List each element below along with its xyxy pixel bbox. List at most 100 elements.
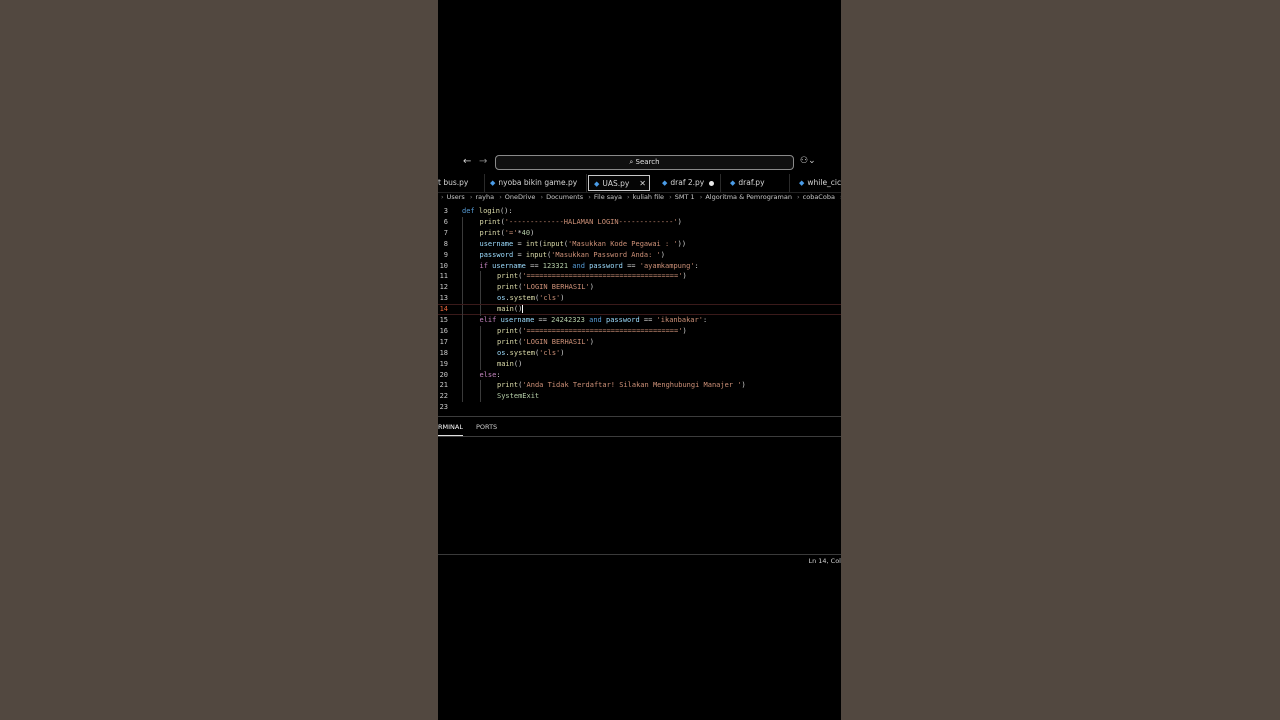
chevron-right-icon: › xyxy=(469,193,473,201)
line-number: 10 xyxy=(439,261,448,270)
indent-guide xyxy=(462,216,463,228)
indent-guide xyxy=(479,380,481,392)
code-line[interactable]: 3 def login(): xyxy=(438,206,841,217)
tab-label: UAS.py xyxy=(602,179,630,188)
breadcrumb-item[interactable]: File saya xyxy=(594,193,622,201)
arrow-right-icon[interactable]: → xyxy=(479,156,487,167)
indent-guide xyxy=(479,282,481,294)
code-line[interactable]: 15 elif username == 24242323 and password… xyxy=(438,315,841,326)
tab-ports[interactable]: PORTS xyxy=(476,421,497,435)
code-line[interactable]: 22 SystemExit xyxy=(438,391,841,403)
breadcrumb-item[interactable]: kuliah file xyxy=(633,193,664,201)
code-text: main() xyxy=(497,359,523,368)
indent-guide xyxy=(479,347,481,359)
code-line[interactable]: 10 if username == 123321 and password == … xyxy=(438,260,841,272)
title-bar: ← → ⌕ Search ⚇⌄ xyxy=(438,154,841,172)
indent-guide xyxy=(462,336,463,348)
breadcrumb-item[interactable]: rayha xyxy=(476,193,495,201)
line-number: 12 xyxy=(439,283,448,292)
arrow-left-icon[interactable]: ← xyxy=(463,156,471,167)
code-text: print('='*40) xyxy=(479,228,535,237)
line-number: 17 xyxy=(439,337,448,346)
search-placeholder: Search xyxy=(635,158,660,166)
breadcrumb-item[interactable]: Documents xyxy=(546,193,583,201)
indent-guide xyxy=(479,293,481,305)
python-file-icon: ◆ xyxy=(799,179,805,187)
indent-guide xyxy=(462,358,463,370)
statusbar-divider xyxy=(438,554,841,555)
code-line[interactable]: 9 password = input('Masukkan Password And… xyxy=(438,249,841,261)
line-number: 19 xyxy=(439,359,448,368)
indent-guide xyxy=(462,347,463,359)
indent-guide xyxy=(479,391,481,403)
cursor-position[interactable]: Ln 14, Col xyxy=(808,557,841,565)
code-line[interactable]: 18 os.system('cls') xyxy=(438,347,841,359)
line-number: 14 xyxy=(439,305,448,314)
tab-bus[interactable]: t bus.py xyxy=(438,174,485,192)
code-text: def login(): xyxy=(462,207,513,215)
tab-while-cici[interactable]: ◆ while_cici xyxy=(791,174,841,192)
indent-guide xyxy=(462,380,463,392)
code-line[interactable]: 7 print('='*40) xyxy=(438,227,841,239)
copilot-icon[interactable]: ⚇⌄ xyxy=(800,156,816,166)
breadcrumb-item[interactable]: Algoritma & Pemrograman xyxy=(705,193,792,201)
editor-tabs: t bus.py ◆ nyoba bikin game.py ◆ UAS.py ✕ … xyxy=(438,174,841,193)
tab-label: nyoba bikin game.py xyxy=(498,178,578,187)
code-text: main() xyxy=(497,305,524,314)
chevron-right-icon: › xyxy=(540,193,544,201)
terminal-area[interactable] xyxy=(438,437,841,554)
search-input[interactable]: ⌕ Search xyxy=(495,155,794,170)
code-line[interactable]: 6 print('-------------HALAMAN LOGIN------… xyxy=(438,216,841,228)
code-line[interactable]: 14 main() xyxy=(438,304,841,317)
tab-uas[interactable]: ◆ UAS.py ✕ xyxy=(588,175,650,191)
tab-draf-2[interactable]: ◆ draf 2.py xyxy=(655,174,721,192)
code-line[interactable]: 16 print('===============================… xyxy=(438,325,841,337)
code-editor[interactable]: 3 def login(): 6 print('-------------HALAMA… xyxy=(438,206,841,415)
code-line[interactable]: 8 username = int(input('Masukkan Kode Peg… xyxy=(438,238,841,250)
code-text: SystemExit xyxy=(497,392,540,401)
code-line[interactable]: 21 print('Anda Tidak Terdaftar! Silakan M… xyxy=(438,380,841,392)
code-line[interactable]: 20 else: xyxy=(438,369,841,381)
indent-guide xyxy=(462,282,463,294)
code-text: print('-------------HALAMAN LOGIN-------… xyxy=(479,217,682,226)
tab-terminal[interactable]: RMINAL xyxy=(438,421,463,436)
line-number: 6 xyxy=(443,217,448,226)
indent-guide xyxy=(462,227,463,239)
code-text: os.system('cls') xyxy=(497,348,565,357)
indent-guide xyxy=(462,325,463,337)
line-number: 8 xyxy=(443,239,448,248)
breadcrumb-item[interactable]: OneDrive xyxy=(505,193,536,201)
code-line[interactable]: 17 print('LOGIN BERHASIL') xyxy=(438,336,841,348)
chevron-right-icon: › xyxy=(669,193,672,201)
blurred-background-right xyxy=(841,0,1280,720)
chevron-right-icon: › xyxy=(588,193,591,201)
tab-label: draf.py xyxy=(738,178,765,187)
indent-guide xyxy=(462,391,463,403)
breadcrumb-item[interactable]: Users xyxy=(447,193,465,201)
python-file-icon: ◆ xyxy=(662,179,668,187)
line-number: 18 xyxy=(439,348,448,357)
code-text: print('Anda Tidak Terdaftar! Silakan Men… xyxy=(497,381,746,390)
breadcrumb: › Users › rayha › OneDrive › Documents › File… xyxy=(438,193,841,205)
tab-label: t bus.py xyxy=(438,178,469,187)
code-line[interactable]: 13 os.system('cls') xyxy=(438,293,841,305)
code-text: password = input('Masukkan Password Anda… xyxy=(479,250,665,259)
code-line[interactable]: 12 print('LOGIN BERHASIL') xyxy=(438,282,841,294)
breadcrumb-item[interactable]: SMT 1 xyxy=(675,193,695,201)
code-line[interactable]: 19 main() xyxy=(438,358,841,370)
chevron-right-icon: › xyxy=(441,193,444,201)
indent-guide xyxy=(462,271,463,283)
indent-guide xyxy=(462,315,463,326)
chevron-right-icon: › xyxy=(797,193,800,201)
chevron-right-icon: › xyxy=(499,193,502,201)
line-number: 22 xyxy=(439,392,448,401)
code-line[interactable]: 23 xyxy=(438,402,841,413)
text-cursor xyxy=(522,305,524,314)
tab-draf[interactable]: ◆ draf.py xyxy=(722,174,790,192)
close-icon[interactable]: ✕ xyxy=(639,176,646,190)
tab-nyoba-bikin-game[interactable]: ◆ nyoba bikin game.py xyxy=(484,174,587,192)
indent-guide xyxy=(462,249,463,261)
chevron-right-icon: › xyxy=(699,193,703,201)
breadcrumb-item[interactable]: cobaCoba xyxy=(803,193,835,201)
code-line[interactable]: 11 print('===============================… xyxy=(438,271,841,283)
